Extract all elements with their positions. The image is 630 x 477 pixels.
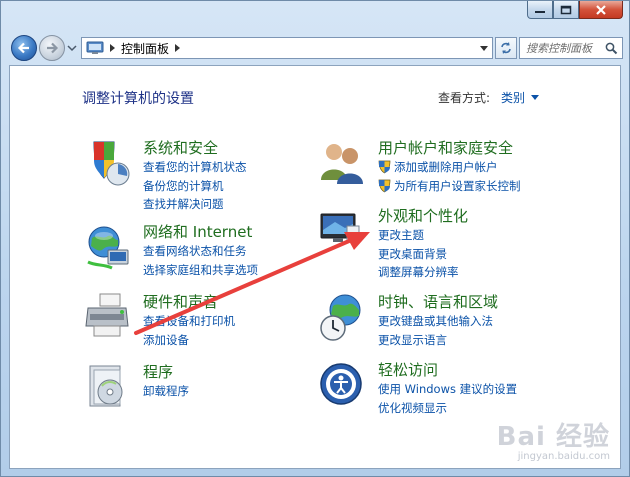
- watermark: Bai 经验 jingyan.baidu.com: [497, 416, 610, 462]
- control-panel-window: 控制面板 调整计算机的设置 查看方式: 类别: [0, 0, 630, 477]
- forward-button[interactable]: [39, 35, 65, 61]
- view-by-label: 查看方式:: [438, 91, 491, 105]
- address-dropdown-icon[interactable]: [480, 46, 488, 51]
- minimize-button[interactable]: [527, 1, 553, 19]
- link-label[interactable]: 为所有用户设置家长控制: [394, 177, 521, 196]
- refresh-button[interactable]: [495, 37, 517, 59]
- link-desktop-background[interactable]: 更改桌面背景: [378, 245, 588, 264]
- content-pane: 调整计算机的设置 查看方式: 类别 系统和安全 查看您的计算机状态 备份您的计算…: [9, 65, 621, 469]
- control-panel-icon: [86, 41, 104, 54]
- close-icon: [596, 4, 606, 15]
- breadcrumb-separator[interactable]: [110, 44, 115, 52]
- page-title: 调整计算机的设置: [82, 91, 194, 107]
- category-title[interactable]: 用户帐户和家庭安全: [378, 138, 588, 158]
- search-box[interactable]: [519, 37, 623, 59]
- navigation-bar: 控制面板: [9, 31, 623, 63]
- search-icon[interactable]: [605, 42, 618, 55]
- category-title[interactable]: 时钟、语言和区域: [378, 292, 588, 312]
- forward-arrow-icon: [47, 42, 59, 54]
- link-optimize-display[interactable]: 优化视频显示: [378, 399, 588, 418]
- refresh-icon: [501, 42, 511, 54]
- category-title[interactable]: 轻松访问: [378, 360, 588, 380]
- chevron-down-icon[interactable]: [531, 95, 540, 100]
- clock-language-icon[interactable]: [317, 292, 367, 342]
- link-screen-resolution[interactable]: 调整屏幕分辨率: [378, 263, 588, 282]
- appearance-icon[interactable]: [317, 206, 367, 256]
- category-title[interactable]: 外观和个性化: [378, 206, 588, 226]
- link-display-language[interactable]: 更改显示语言: [378, 331, 588, 350]
- watermark-brand: Bai 经验: [496, 422, 610, 452]
- link-add-remove-user[interactable]: 添加或删除用户帐户: [378, 158, 588, 177]
- breadcrumb-separator[interactable]: [175, 44, 181, 52]
- back-arrow-icon: [17, 42, 29, 54]
- link-parental-controls[interactable]: 为所有用户设置家长控制: [378, 177, 588, 196]
- search-input[interactable]: [526, 41, 604, 55]
- breadcrumb-control-panel[interactable]: 控制面板: [121, 40, 169, 57]
- minimize-icon: [535, 10, 545, 13]
- link-keyboard-input[interactable]: 更改键盘或其他输入法: [378, 312, 588, 331]
- recent-pages-dropdown[interactable]: [67, 44, 77, 52]
- link-change-theme[interactable]: 更改主题: [378, 226, 588, 245]
- address-bar[interactable]: 控制面板: [81, 37, 493, 59]
- view-by-dropdown[interactable]: 类别: [501, 89, 540, 106]
- maximize-icon: [560, 5, 572, 14]
- close-button[interactable]: [579, 1, 623, 19]
- link-homegroup-sharing[interactable]: 选择家庭组和共享选项: [143, 261, 353, 280]
- system-security-icon[interactable]: [82, 138, 132, 188]
- back-button[interactable]: [11, 35, 37, 61]
- ease-of-access-icon[interactable]: [317, 360, 367, 410]
- caption-buttons: [527, 1, 623, 19]
- link-windows-recommended[interactable]: 使用 Windows 建议的设置: [378, 380, 588, 399]
- view-by-value[interactable]: 类别: [501, 89, 525, 106]
- network-internet-icon[interactable]: [82, 222, 132, 272]
- uac-shield-icon: [378, 160, 391, 174]
- programs-icon[interactable]: [82, 362, 132, 412]
- hardware-sound-icon[interactable]: [82, 292, 132, 342]
- user-accounts-icon[interactable]: [317, 138, 367, 188]
- maximize-button[interactable]: [553, 1, 579, 19]
- link-label[interactable]: 添加或删除用户帐户: [394, 158, 498, 177]
- uac-shield-icon: [378, 179, 391, 193]
